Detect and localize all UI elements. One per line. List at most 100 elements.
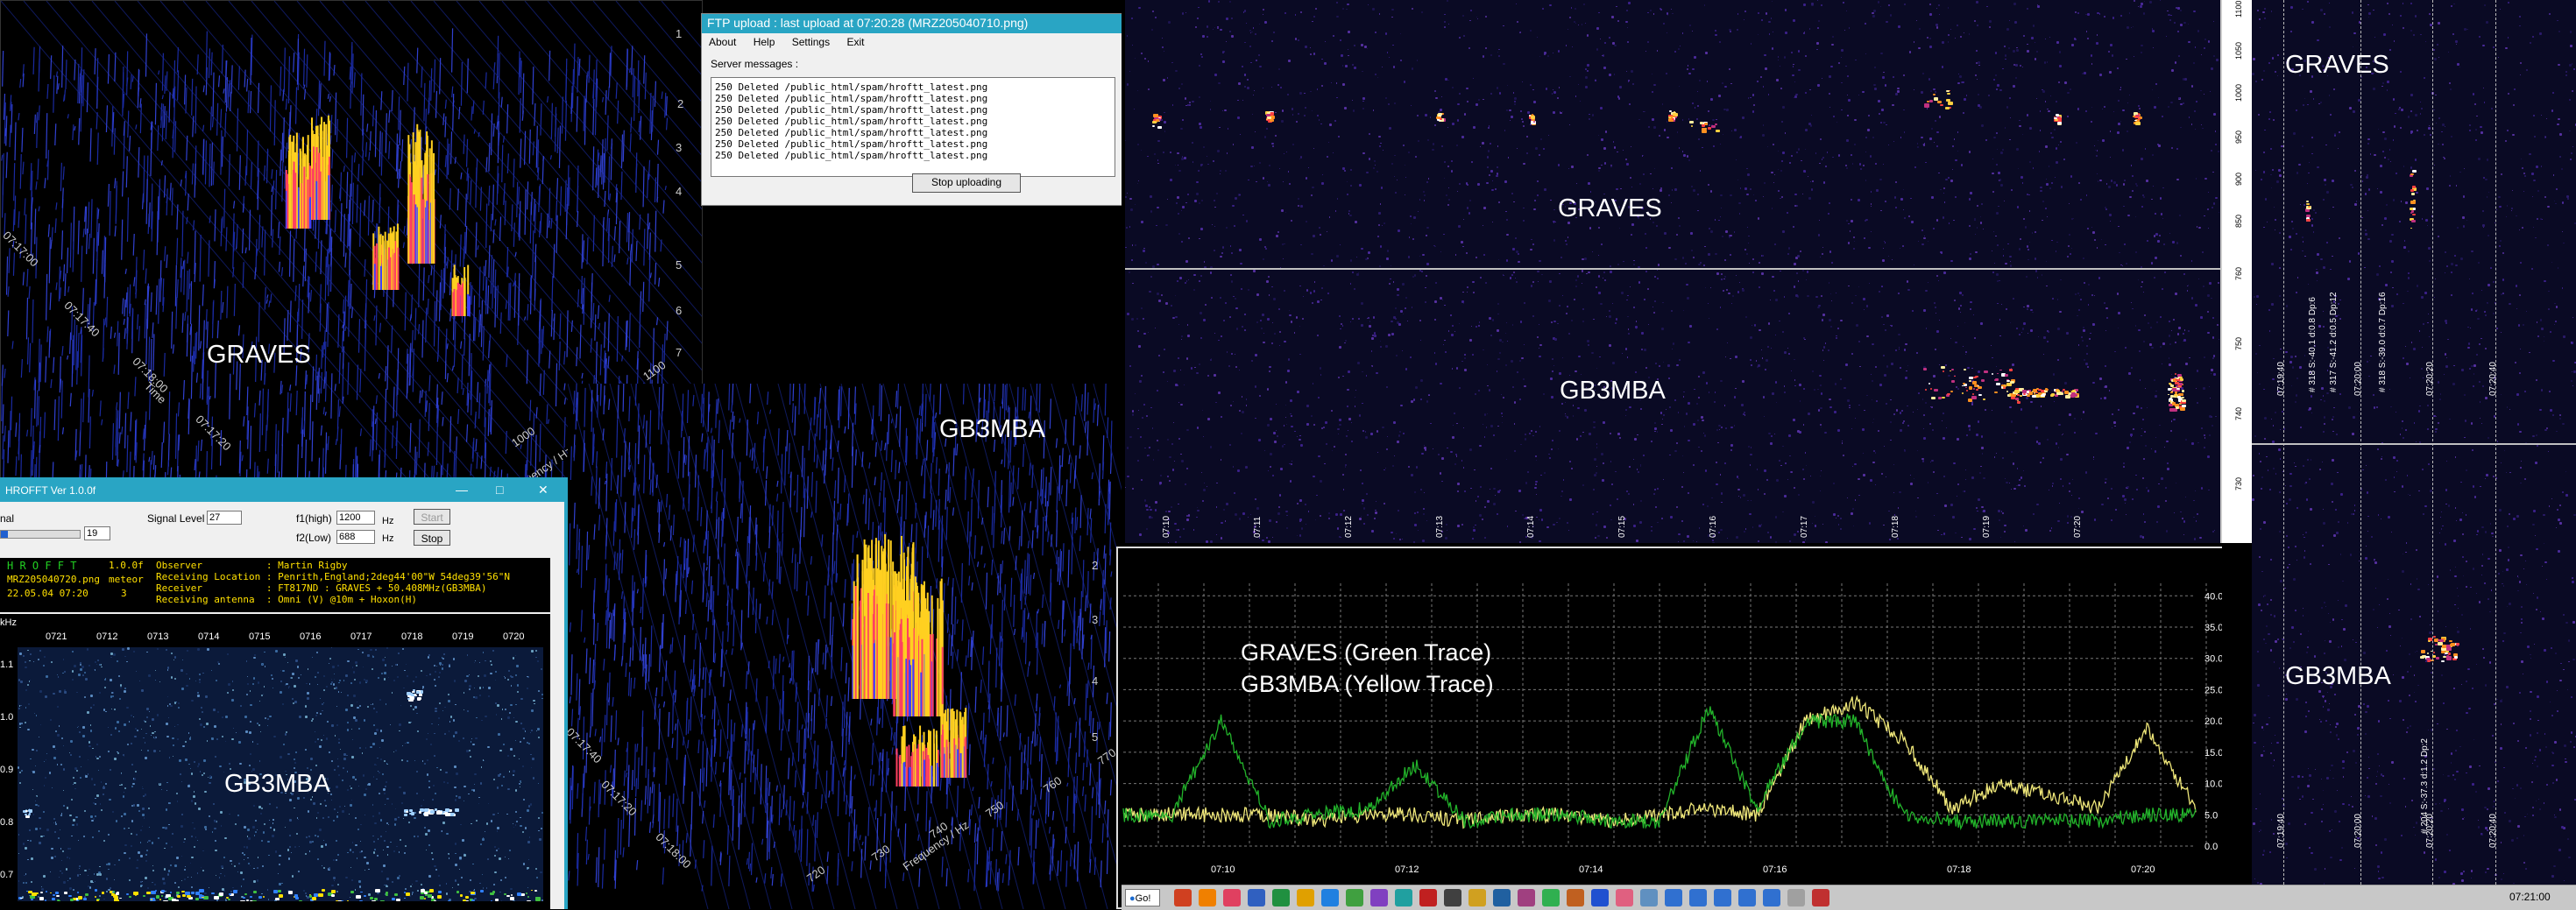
hrofft-time-tick: 0715 xyxy=(249,631,270,642)
taskbar-app-icon[interactable] xyxy=(1665,889,1682,906)
close-icon[interactable]: ✕ xyxy=(538,477,548,502)
right-time-tick: 07:20:40 xyxy=(2488,362,2498,396)
menu-exit[interactable]: Exit xyxy=(846,36,864,48)
graves-3d-label: GRAVES xyxy=(207,341,311,370)
taskbar-app-icon[interactable] xyxy=(1542,889,1560,906)
axis-tick: 2 xyxy=(677,97,683,110)
hrofft-time-tick: 0718 xyxy=(401,631,422,642)
gb3mba-spectrogram-label: GB3MBA xyxy=(1560,377,1666,406)
taskbar-search[interactable]: ●Go! xyxy=(1125,889,1160,906)
taskbar-app-icon[interactable] xyxy=(1763,889,1780,906)
info-row: Observer : Martin Rigby xyxy=(156,560,510,571)
f1-input[interactable]: 1200 xyxy=(336,511,375,525)
axis-tick: 2 xyxy=(1092,559,1098,572)
taskbar-app-icon[interactable] xyxy=(1738,889,1756,906)
graves-spectrogram xyxy=(1125,0,2220,268)
menu-help[interactable]: Help xyxy=(754,36,775,48)
taskbar-app-icon[interactable] xyxy=(1346,889,1363,906)
time-gridline xyxy=(2495,0,2496,885)
meteor-annotation: # 204 S:-37.3 d:1.2 Dp:2 xyxy=(2420,738,2430,834)
minimize-icon[interactable]: — xyxy=(456,477,468,502)
hrofft-title-text: HROFFT Ver 1.0.0f xyxy=(5,484,96,497)
y-tick-label: 15.0 xyxy=(2204,748,2223,758)
signal-slider[interactable] xyxy=(0,530,81,539)
right-time-tick: 07:20:20 xyxy=(2425,362,2435,396)
taskbar-app-icon[interactable] xyxy=(1714,889,1731,906)
spectrogram-time-tick: 07:12 xyxy=(1344,516,1354,538)
right-time-tick: 07:20:00 xyxy=(2353,814,2363,848)
ftp-window-title[interactable]: FTP upload : last upload at 07:20:28 (MR… xyxy=(702,14,1122,33)
right-freq-tick: 950 xyxy=(2234,131,2243,144)
taskbar-app-icon[interactable] xyxy=(1370,889,1388,906)
right-strip: 1100 1050 1000 950 900 850 760 750 740 730 GRAVES… xyxy=(2222,0,2576,885)
legend-gb3mba: GB3MBA (Yellow Trace) xyxy=(1241,671,1494,698)
spectrogram-time-tick: 07:17 xyxy=(1800,516,1809,538)
taskbar-app-icon[interactable] xyxy=(1395,889,1412,906)
taskbar-app-icon[interactable] xyxy=(1468,889,1486,906)
right-time-tick: 07:20:00 xyxy=(2353,362,2363,396)
menu-about[interactable]: About xyxy=(709,36,736,48)
signal-value-input[interactable]: 19 xyxy=(84,526,110,540)
right-freq-tick: 900 xyxy=(2234,173,2243,186)
taskbar-app-icon[interactable] xyxy=(1272,889,1290,906)
main-spectrogram: GRAVES GB3MBA 07:10 07:11 07:12 07:13 07:14 0… xyxy=(1122,0,2222,543)
taskbar-app-icon[interactable] xyxy=(1787,889,1805,906)
stop-uploading-button[interactable]: Stop uploading xyxy=(912,173,1021,193)
stop-button[interactable]: Stop xyxy=(414,530,450,546)
spectrogram-time-tick: 07:15 xyxy=(1617,516,1627,538)
maximize-icon[interactable]: □ xyxy=(496,477,503,502)
taskbar-app-icon[interactable] xyxy=(1223,889,1241,906)
signal-level-input[interactable]: 27 xyxy=(207,511,242,525)
taskbar-app-icon[interactable] xyxy=(1174,889,1192,906)
taskbar-app-icon[interactable] xyxy=(1248,889,1265,906)
taskbar-app-icon[interactable] xyxy=(1567,889,1584,906)
menu-settings[interactable]: Settings xyxy=(792,36,830,48)
f1-unit: Hz xyxy=(382,516,393,526)
start-button[interactable]: Start xyxy=(414,509,450,525)
hrofft-freq-tick: 1.0 xyxy=(0,712,13,723)
time-gridline xyxy=(2360,0,2361,885)
f2-input[interactable]: 688 xyxy=(336,530,375,544)
x-tick-label: 07:10 xyxy=(1211,864,1235,875)
hrofft-window-title[interactable]: HROFFT Ver 1.0.0f — □ ✕ xyxy=(0,477,564,502)
axis-tick: 6 xyxy=(676,304,682,317)
gb3mba-spectrogram xyxy=(1125,270,2220,543)
y-tick-label: 20.0 xyxy=(2204,716,2223,727)
taskbar-app-icon[interactable] xyxy=(1640,889,1658,906)
x-tick-label: 07:20 xyxy=(2131,864,2155,875)
y-tick-label: 10.0 xyxy=(2204,779,2223,790)
hrofft-version: 1.0.0f xyxy=(109,560,144,571)
server-messages-box[interactable]: 250 Deleted /public_html/spam/hroftt_lat… xyxy=(711,77,1115,177)
hrofft-time-tick: 0714 xyxy=(198,631,219,642)
meteor-annotation: # 318 S:-40.1 d:0.8 Dp:6 xyxy=(2308,297,2318,392)
ftp-upload-window: FTP upload : last upload at 07:20:28 (MR… xyxy=(701,13,1123,206)
taskbar-app-icon[interactable] xyxy=(1444,889,1461,906)
hrofft-freq-tick: 1.1 xyxy=(0,660,13,670)
taskbar-search-text: Go! xyxy=(1136,893,1151,904)
right-freq-tick: 740 xyxy=(2234,407,2243,420)
taskbar-app-icon[interactable] xyxy=(1689,889,1707,906)
spectrogram-time-tick: 07:18 xyxy=(1891,516,1900,538)
hrofft-time-tick: 0720 xyxy=(503,631,524,642)
taskbar-app-icon[interactable] xyxy=(1419,889,1437,906)
search-icon: ● xyxy=(1129,893,1136,904)
taskbar-app-icon[interactable] xyxy=(1812,889,1829,906)
taskbar-app-icon[interactable] xyxy=(1199,889,1216,906)
hrofft-file: MRZ205040720.png xyxy=(7,574,100,585)
taskbar-app-icon[interactable] xyxy=(1321,889,1339,906)
right-freq-tick: 1050 xyxy=(2234,42,2243,60)
hrofft-time-tick: 0717 xyxy=(350,631,372,642)
axis-tick: 3 xyxy=(676,141,682,154)
taskbar-app-icon[interactable] xyxy=(1518,889,1535,906)
taskbar-app-icon[interactable] xyxy=(1591,889,1609,906)
x-tick-label: 07:14 xyxy=(1579,864,1603,875)
y-tick-label: 30.0 xyxy=(2204,654,2223,665)
taskbar-app-icon[interactable] xyxy=(1616,889,1633,906)
spectrogram-time-tick: 07:10 xyxy=(1162,516,1171,538)
meteor-annotation: # 318 S:-39.0 d:0.7 Dp:16 xyxy=(2378,292,2388,392)
right-freq-tick: 1000 xyxy=(2234,84,2243,102)
taskbar-app-icon[interactable] xyxy=(1297,889,1314,906)
taskbar-app-icon[interactable] xyxy=(1493,889,1511,906)
right-time-tick: 07:19:40 xyxy=(2276,814,2286,848)
y-tick-label: 40.0 xyxy=(2204,591,2223,602)
